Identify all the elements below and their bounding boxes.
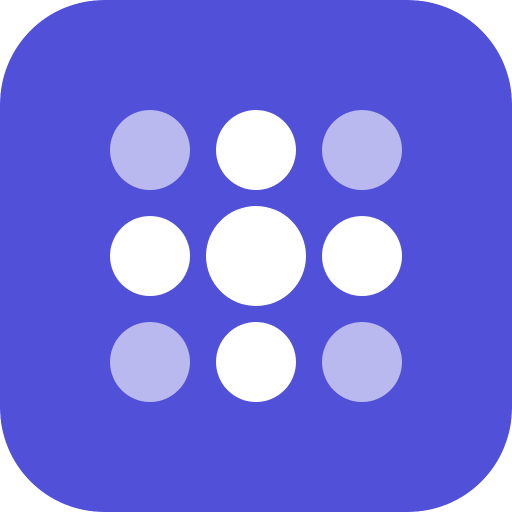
dot-faded-r3c3 xyxy=(322,322,402,402)
dot-faded-r1c3 xyxy=(322,110,402,190)
dot-solid-r2c1 xyxy=(110,216,190,296)
dot-solid-r2c2 xyxy=(206,206,306,306)
dot-solid-r1c2 xyxy=(216,110,296,190)
dot-solid-r2c3 xyxy=(322,216,402,296)
dot-grid-app-icon xyxy=(0,0,512,512)
dot-solid-r3c2 xyxy=(216,322,296,402)
dot-faded-r1c1 xyxy=(110,110,190,190)
dot-faded-r3c1 xyxy=(110,322,190,402)
dot-grid-icon xyxy=(0,0,512,512)
